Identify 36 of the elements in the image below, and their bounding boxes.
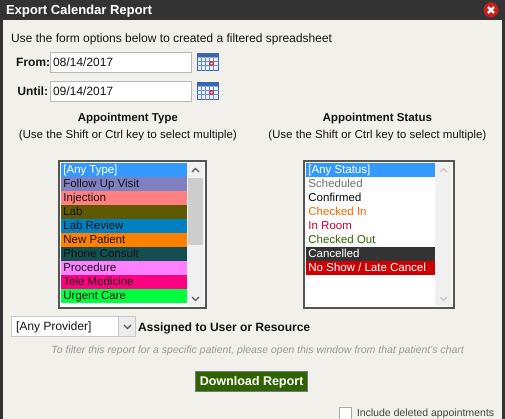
list-option[interactable]: Checked Out xyxy=(306,233,436,247)
list-option[interactable]: Scheduled xyxy=(306,177,436,191)
provider-label: Assigned to User or Resource xyxy=(138,318,310,336)
list-option[interactable]: Lab Review xyxy=(61,219,188,233)
list-option[interactable]: Injection xyxy=(61,191,188,205)
scrollbar-thumb[interactable] xyxy=(188,178,204,245)
calendar-icon[interactable] xyxy=(197,53,219,71)
list-hint: (Use the Shift or Ctrl key to select multiple) xyxy=(268,128,486,143)
appointment-status-list[interactable]: [Any Status] Scheduled Confirmed Checked In In Room Checked Out Cancelled No Show / Late Cancel xyxy=(303,160,456,309)
list-title: Appointment Type xyxy=(78,110,178,126)
list-option[interactable]: In Room xyxy=(306,219,436,233)
date-label: From: xyxy=(16,54,48,71)
patient-note: To filter this report for a specific patient, please open this window from that patient's chart xyxy=(50,343,466,358)
until-date-field[interactable]: 09/14/2017 xyxy=(50,80,192,102)
intro-text: Use the form options below to created a filtered spreadsheet xyxy=(11,30,333,46)
download-report-button[interactable]: Download Report xyxy=(194,370,308,392)
window-title: Export Calendar Report xyxy=(6,1,152,19)
include-deleted-label: Include deleted appointments xyxy=(356,406,494,419)
list-option[interactable]: Cancelled xyxy=(306,247,436,261)
caret-icon xyxy=(122,324,132,330)
appointment-type-list[interactable]: [Any Type] Follow Up Visit Injection Lab Lab Review New Patient Phone Consult Procedure Tele Medicine Urgent Care xyxy=(58,160,208,309)
provider-dropdown[interactable]: [Any Provider] xyxy=(11,316,136,337)
from-date-field[interactable]: 08/14/2017 xyxy=(50,52,192,72)
list-title: Appointment Status xyxy=(322,110,432,126)
include-deleted-checkbox[interactable] xyxy=(338,407,352,419)
date-label: Until: xyxy=(16,83,48,100)
list-hint: (Use the Shift or Ctrl key to select multiple) xyxy=(18,128,237,143)
list-option[interactable]: Procedure xyxy=(61,261,188,275)
list-option[interactable]: No Show / Late Cancel xyxy=(306,261,436,275)
list-option[interactable]: New Patient xyxy=(61,233,188,247)
close-icon[interactable] xyxy=(483,2,499,18)
list-option[interactable]: Follow Up Visit xyxy=(61,177,188,191)
list-option[interactable]: Confirmed xyxy=(306,191,436,205)
list-option[interactable]: Urgent Care xyxy=(61,289,188,303)
list-option[interactable]: Tele Medicine xyxy=(61,275,188,289)
calendar-icon[interactable] xyxy=(197,82,219,100)
